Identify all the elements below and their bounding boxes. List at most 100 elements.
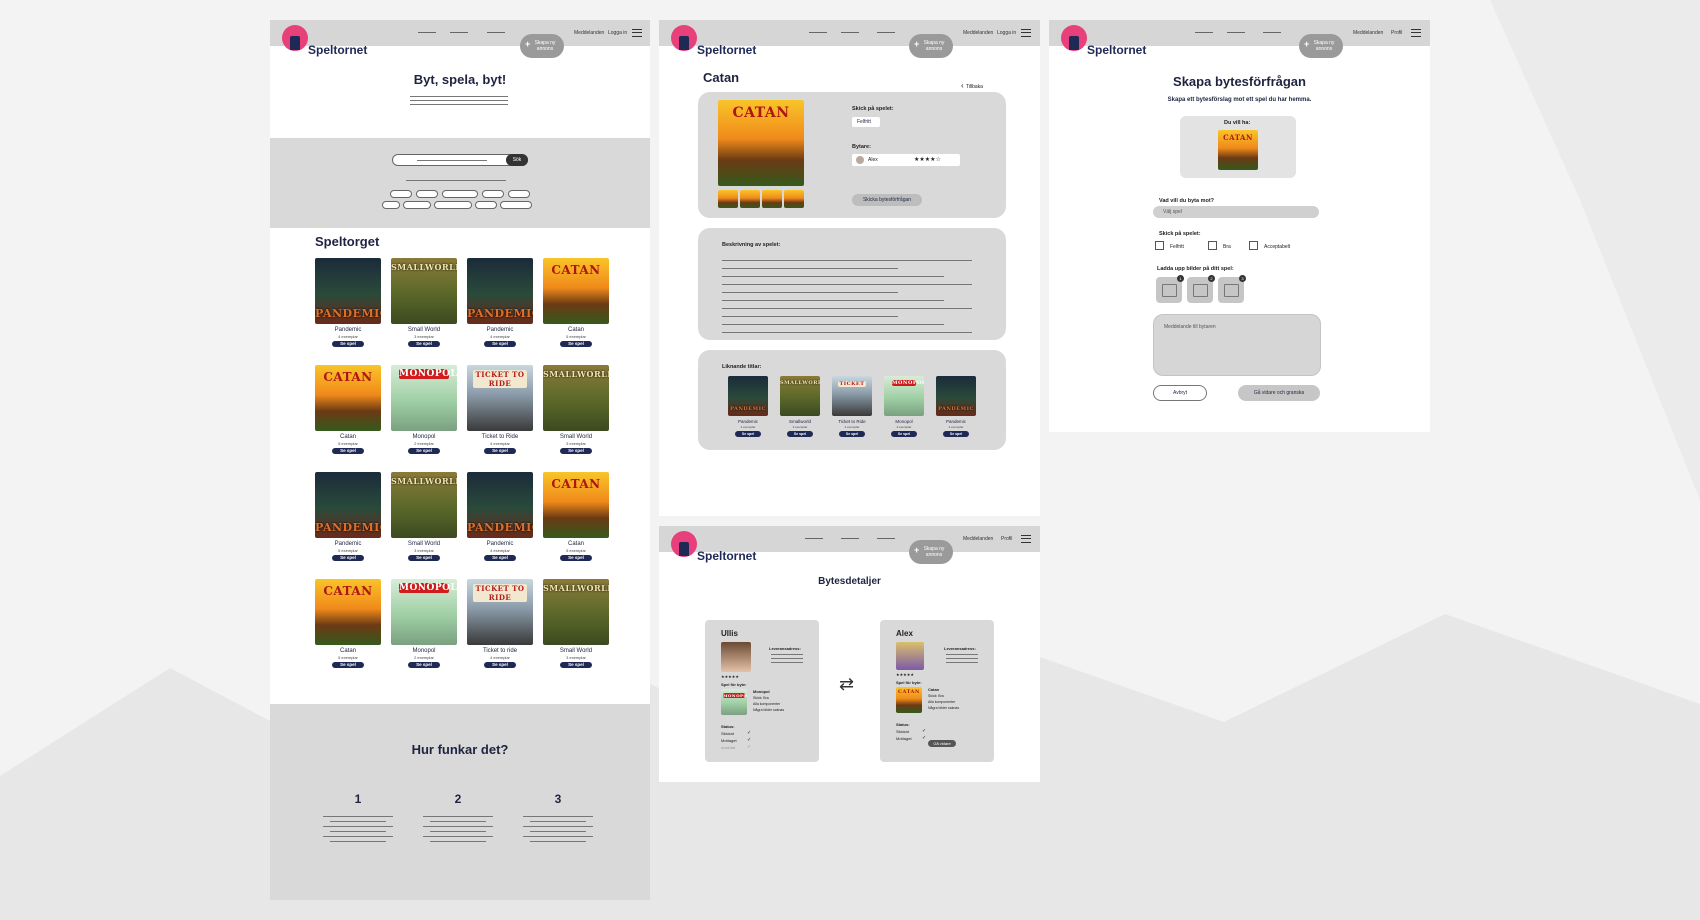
continue-button[interactable]: Gå vidare och granska xyxy=(1238,385,1320,401)
create-ad-button[interactable]: + Skapa ny annons xyxy=(1299,34,1343,58)
nav-link[interactable] xyxy=(487,32,505,33)
profile-link[interactable]: Profil xyxy=(1391,30,1402,36)
view-game-button[interactable]: Se spel xyxy=(484,448,516,454)
send-request-button[interactable]: Skicka bytesförfrågan xyxy=(852,194,922,206)
game-card[interactable]: SMALLWORLD Small World 3 exemplar Se spel xyxy=(543,365,609,454)
message-textarea[interactable]: Meddelande till bytaren xyxy=(1153,314,1321,376)
game-card[interactable]: SMALLWORLD Small World 3 exemplar Se spel xyxy=(391,472,457,561)
view-game-button[interactable]: Se spel xyxy=(787,431,813,437)
game-card[interactable]: PANDEMIC Pandemic4 exemplar Se spel xyxy=(936,376,976,437)
view-game-button[interactable]: Se spel xyxy=(560,555,592,561)
nav-link[interactable] xyxy=(877,538,895,539)
create-ad-button[interactable]: + Skapa ny annons xyxy=(520,34,564,58)
game-cover-image[interactable]: TICKET TO RIDE xyxy=(467,365,533,431)
back-link[interactable]: ‹ Tillbaka xyxy=(961,81,983,90)
game-cover-image[interactable]: PANDEMIC xyxy=(315,258,381,324)
view-game-button[interactable]: Se spel xyxy=(891,431,917,437)
game-card[interactable]: MONOPOLY Monopol2 exemplar Se spel xyxy=(391,579,457,668)
brand-logo[interactable]: Speltornet xyxy=(308,43,367,57)
image-upload-slot[interactable]: 3 xyxy=(1218,275,1246,303)
game-card[interactable]: TICKET Ticket to Ride 4 exemplar Se spel xyxy=(832,376,872,437)
hamburger-icon[interactable] xyxy=(1411,29,1421,37)
main-cover-image[interactable]: CATAN xyxy=(718,100,804,186)
cancel-button[interactable]: Avbryt xyxy=(1153,385,1207,401)
condition-checkbox-acceptabelt[interactable] xyxy=(1249,241,1258,250)
game-cover-image[interactable]: PANDEMIC xyxy=(936,376,976,416)
game-cover-image[interactable]: MONOPOLY xyxy=(884,376,924,416)
nav-link[interactable] xyxy=(805,538,823,539)
condition-checkbox-felfritt[interactable] xyxy=(1155,241,1164,250)
thumbnail[interactable] xyxy=(740,190,760,208)
game-cover-image[interactable]: MONOPOLY xyxy=(391,365,457,431)
game-cover-image[interactable]: CATAN xyxy=(315,365,381,431)
nav-link[interactable] xyxy=(1263,32,1281,33)
condition-checkbox-bra[interactable] xyxy=(1208,241,1217,250)
view-game-button[interactable]: Se spel xyxy=(735,431,761,437)
nav-link[interactable] xyxy=(841,538,859,539)
nav-link[interactable] xyxy=(841,32,859,33)
image-upload-slot[interactable]: 1 xyxy=(1156,275,1184,303)
trader-card[interactable]: Alex ★★★★☆ xyxy=(852,154,960,166)
search-button[interactable]: Sök xyxy=(506,154,528,166)
game-card[interactable]: CATAN Catan 5 exemplar Se spel xyxy=(543,472,609,561)
game-card[interactable]: CATAN Catan 5 exemplar Se spel xyxy=(315,579,381,668)
game-cover-image[interactable]: CATAN xyxy=(315,579,381,645)
filter-chip[interactable] xyxy=(500,201,532,209)
view-game-button[interactable]: Se spel xyxy=(560,341,592,347)
filter-chip[interactable] xyxy=(416,190,438,198)
game-cover-image[interactable]: TICKET xyxy=(832,376,872,416)
view-game-button[interactable]: Se spel xyxy=(332,341,364,347)
game-card[interactable]: TICKET TO RIDE Ticket to ride 4 exemplar Se… xyxy=(467,579,533,668)
view-game-button[interactable]: Se spel xyxy=(484,341,516,347)
game-cover-image[interactable]: SMALLWORLD xyxy=(391,258,457,324)
game-card[interactable]: PANDEMIC Pandemic5 exemplar Se spel xyxy=(315,472,381,561)
game-cover-image[interactable]: PANDEMIC xyxy=(315,472,381,538)
filter-chip[interactable] xyxy=(482,190,504,198)
game-card[interactable]: PANDEMIC Pandemic4 exemplar Se spel xyxy=(467,258,533,347)
view-game-button[interactable]: Se spel xyxy=(943,431,969,437)
game-cover-image[interactable]: CATAN xyxy=(543,472,609,538)
filter-chip[interactable] xyxy=(390,190,412,198)
thumbnail[interactable] xyxy=(718,190,738,208)
view-game-button[interactable]: Se spel xyxy=(839,431,865,437)
game-cover-image[interactable]: SMALLWORLD xyxy=(780,376,820,416)
view-game-button[interactable]: Se spel xyxy=(332,555,364,561)
game-cover-image[interactable]: PANDEMIC xyxy=(467,258,533,324)
filter-chip[interactable] xyxy=(382,201,400,209)
search-input[interactable]: Sök xyxy=(392,154,528,166)
hamburger-icon[interactable] xyxy=(1021,535,1031,543)
nav-link[interactable] xyxy=(450,32,468,33)
game-cover-image[interactable]: SMALLWORLD xyxy=(543,365,609,431)
swap-game-select[interactable]: Välj spel xyxy=(1153,206,1319,218)
game-card[interactable]: MONOPOLY Monopol2 exemplar Se spel xyxy=(391,365,457,454)
view-game-button[interactable]: Se spel xyxy=(408,662,440,668)
game-cover-image[interactable]: TICKET TO RIDE xyxy=(467,579,533,645)
thumbnail[interactable] xyxy=(762,190,782,208)
profile-link[interactable]: Profil xyxy=(1001,536,1012,542)
game-card[interactable]: MONOPOLY Monopol2 exemplar Se spel xyxy=(884,376,924,437)
view-game-button[interactable]: Se spel xyxy=(332,662,364,668)
brand-logo[interactable]: Speltornet xyxy=(697,549,756,563)
game-card[interactable]: TICKET TO RIDE Ticket to Ride 4 exemplar Se… xyxy=(467,365,533,454)
nav-link[interactable] xyxy=(1227,32,1245,33)
view-game-button[interactable]: Se spel xyxy=(332,448,364,454)
messages-link[interactable]: Meddelanden xyxy=(963,30,993,36)
filter-chip[interactable] xyxy=(434,201,472,209)
game-card[interactable]: CATAN Catan 5 exemplar Se spel xyxy=(543,258,609,347)
view-game-button[interactable]: Se spel xyxy=(560,662,592,668)
proceed-button[interactable]: Gå vidare xyxy=(928,740,956,747)
game-card[interactable]: PANDEMIC Pandemic4 exemplar Se spel xyxy=(467,472,533,561)
view-game-button[interactable]: Se spel xyxy=(408,555,440,561)
image-upload-slot[interactable]: 2 xyxy=(1187,275,1215,303)
nav-link[interactable] xyxy=(809,32,827,33)
messages-link[interactable]: Meddelanden xyxy=(574,30,604,36)
nav-link[interactable] xyxy=(877,32,895,33)
game-card[interactable]: PANDEMIC Pandemic4 exemplar Se spel xyxy=(315,258,381,347)
thumbnail[interactable] xyxy=(784,190,804,208)
game-card[interactable]: PANDEMIC Pandemic4 exemplar Se spel xyxy=(728,376,768,437)
create-ad-button[interactable]: + Skapa ny annons xyxy=(909,540,953,564)
brand-logo[interactable]: Speltornet xyxy=(697,43,756,57)
nav-link[interactable] xyxy=(1195,32,1213,33)
game-card[interactable]: SMALLWORLD Smallworld3 exemplar Se spel xyxy=(780,376,820,437)
filter-chip[interactable] xyxy=(442,190,478,198)
